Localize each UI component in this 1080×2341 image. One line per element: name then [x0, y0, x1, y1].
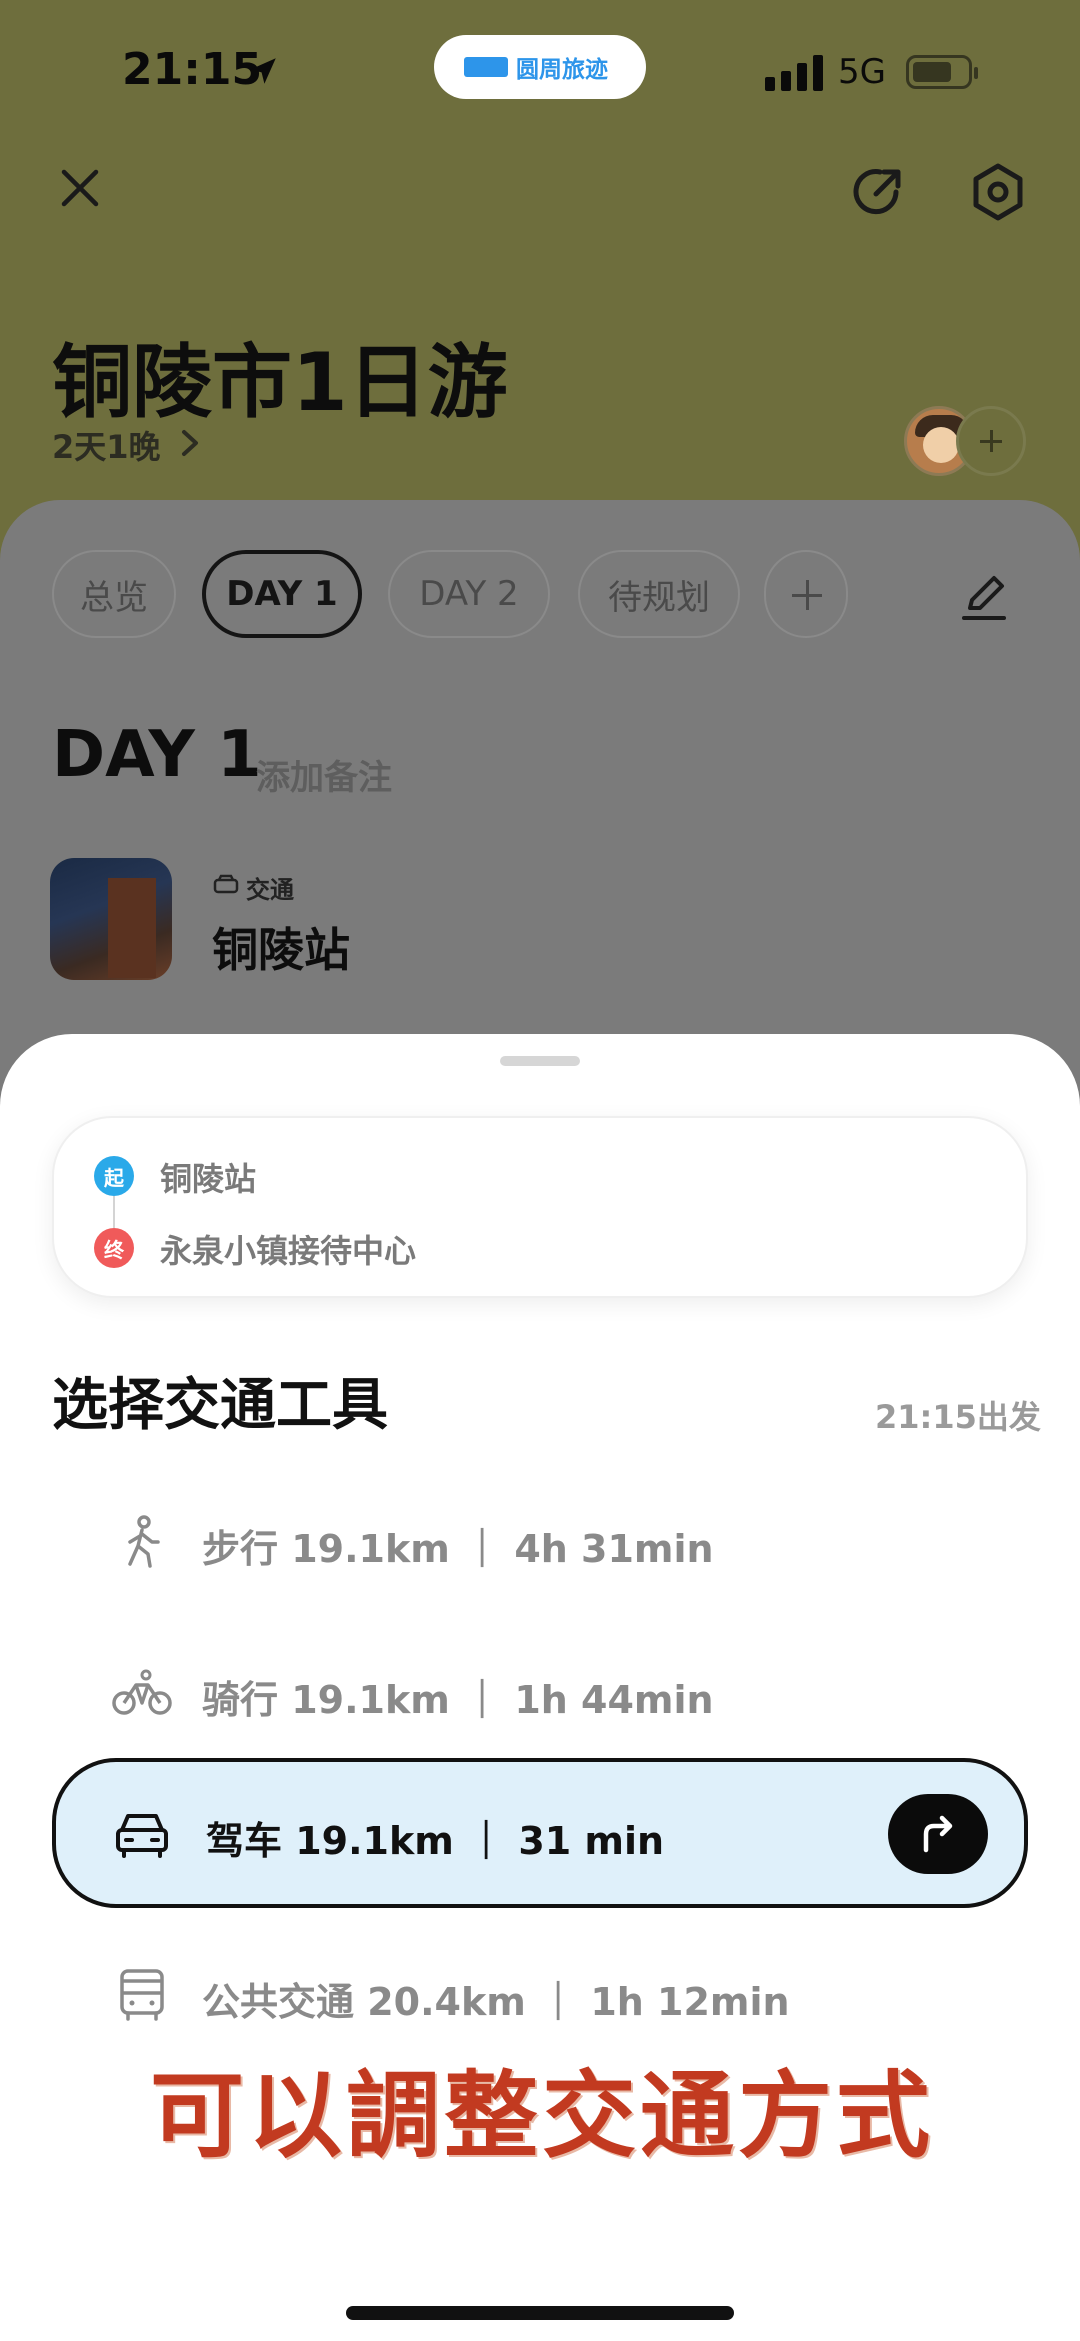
- add-note-button[interactable]: 添加备注: [256, 750, 392, 799]
- route-connector: [113, 1196, 115, 1228]
- status-bar: 21:15 圆周旅迹 5G: [0, 0, 1080, 140]
- signal-icon: [765, 55, 823, 91]
- app-name: 圆周旅迹: [516, 57, 608, 83]
- add-day-button[interactable]: [764, 550, 848, 638]
- share-icon[interactable]: [846, 160, 910, 224]
- app-logo-icon: [464, 57, 508, 77]
- walk-icon: [128, 1515, 160, 1568]
- mode-walk[interactable]: 步行 19.1km ｜ 4h 31min: [52, 1466, 1028, 1616]
- turn-right-arrow-icon: [923, 1815, 953, 1853]
- route-origin[interactable]: 铜陵站: [160, 1154, 256, 1200]
- tab-day-2[interactable]: DAY 2: [388, 550, 550, 638]
- route-card: 起 终 铜陵站 永泉小镇接待中心: [52, 1116, 1028, 1298]
- mode-bike-label: 骑行 19.1km ｜ 1h 44min: [202, 1678, 714, 1722]
- tab-day-1[interactable]: DAY 1: [202, 550, 362, 638]
- bus-icon: [120, 1969, 164, 2021]
- trip-title: 铜陵市1日游: [52, 336, 508, 429]
- tab-unplanned[interactable]: 待规划: [578, 550, 740, 638]
- day-heading: DAY 1: [52, 718, 262, 792]
- trip-duration[interactable]: 2天1晚: [52, 422, 161, 468]
- mode-drive-label: 驾车 19.1km ｜ 31 min: [206, 1819, 665, 1863]
- route-destination[interactable]: 永泉小镇接待中心: [160, 1226, 416, 1272]
- mode-drive[interactable]: 驾车 19.1km ｜ 31 min: [52, 1758, 1028, 1908]
- status-time: 21:15: [122, 44, 263, 95]
- network-type: 5G: [838, 52, 886, 92]
- bike-icon: [112, 1669, 172, 1715]
- place-type: 交通: [246, 876, 294, 904]
- add-member-button[interactable]: [956, 406, 1026, 476]
- home-indicator[interactable]: [346, 2306, 734, 2320]
- settings-hexagon-icon[interactable]: [966, 160, 1030, 224]
- departure-time[interactable]: 21:15出发: [875, 1392, 1041, 1438]
- mode-transit-label: 公共交通 20.4km ｜ 1h 12min: [202, 1980, 790, 2024]
- car-icon: [116, 1814, 168, 1858]
- place-name[interactable]: 铜陵站: [212, 914, 350, 980]
- chevron-right-icon: [182, 430, 198, 456]
- start-navigation-button[interactable]: [888, 1794, 988, 1874]
- edit-pencil-icon[interactable]: [950, 562, 1018, 630]
- close-icon[interactable]: [52, 160, 108, 216]
- end-badge: 终: [94, 1228, 134, 1268]
- app-indicator-pill[interactable]: 圆周旅迹: [434, 35, 646, 99]
- section-title: 选择交通工具: [52, 1373, 388, 1438]
- day-tabs: 总览 DAY 1 DAY 2 待规划: [0, 550, 1080, 642]
- promo-caption: 可以調整交通方式: [150, 2061, 935, 2171]
- sheet-grabber[interactable]: [500, 1056, 580, 1066]
- tab-overview[interactable]: 总览: [52, 550, 176, 638]
- mode-walk-label: 步行 19.1km ｜ 4h 31min: [202, 1527, 714, 1571]
- place-thumbnail: [50, 858, 172, 980]
- battery-icon: [906, 55, 978, 89]
- location-arrow-icon: [250, 58, 276, 84]
- start-badge: 起: [94, 1156, 134, 1196]
- car-small-icon: [213, 874, 239, 894]
- mode-bike[interactable]: 骑行 19.1km ｜ 1h 44min: [52, 1617, 1028, 1767]
